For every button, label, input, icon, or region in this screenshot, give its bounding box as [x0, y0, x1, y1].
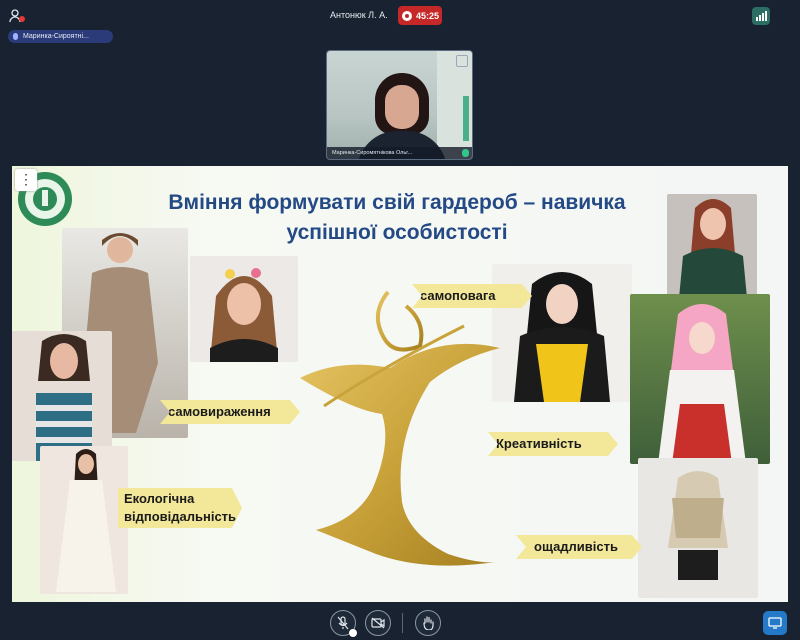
recording-badge[interactable]: 45:25	[398, 6, 442, 25]
photo-cosplay-pink	[630, 294, 770, 464]
participant-video-tile[interactable]: Маринка-Сиромятнікова Ольг...	[326, 50, 473, 160]
raise-hand-button[interactable]	[415, 610, 441, 636]
camera-icon	[371, 617, 385, 629]
active-speaker-chip[interactable]: Маринка-Сироятні...	[8, 30, 113, 43]
label-thrift: ощадливість	[516, 535, 642, 559]
screen-share-button[interactable]	[763, 611, 787, 635]
label-eco-responsibility: Екологічна відповідальність	[118, 488, 242, 528]
screen-share-icon	[768, 617, 782, 629]
photo-green-hoodie	[667, 194, 757, 298]
hand-icon	[423, 616, 434, 630]
label-creativity: Креативність	[488, 432, 618, 456]
more-vertical-icon[interactable]: ⋮	[15, 169, 37, 191]
presentation-slide: ⋮ Вміння формувати свій гардероб – навич…	[12, 166, 788, 602]
participants-icon[interactable]	[9, 8, 25, 24]
label-self-respect: самоповага	[412, 284, 532, 308]
signal-icon[interactable]	[752, 7, 770, 25]
microphone-icon	[462, 149, 469, 157]
microphone-icon	[337, 616, 349, 630]
gold-dress-logo	[300, 290, 500, 566]
microphone-button[interactable]	[330, 610, 357, 637]
active-speaker-name: Маринка-Сироятні...	[23, 33, 89, 40]
microphone-icon	[13, 33, 18, 40]
label-eco-line2: відповідальність	[124, 509, 237, 524]
top-bar: Антонюк Л. А. 45:25 Маринка-Сироятні...	[0, 0, 800, 43]
camera-button[interactable]	[365, 610, 391, 636]
label-eco-line1: Екологічна	[124, 491, 195, 506]
photo-textile-sculpture	[638, 458, 758, 598]
toolbar-separator	[402, 613, 403, 633]
video-background-object	[463, 96, 469, 141]
mute-indicator	[349, 629, 357, 637]
participant-name-bar: Маринка-Сиромятнікова Ольг...	[327, 147, 472, 159]
recording-timer: 45:25	[416, 10, 440, 21]
bottom-toolbar	[0, 602, 800, 640]
record-icon	[402, 10, 412, 21]
expand-icon[interactable]	[456, 55, 468, 67]
participant-face	[385, 85, 419, 129]
photo-striped-dress	[12, 331, 112, 461]
host-name: Антонюк Л. А.	[330, 10, 388, 20]
slide-title-line2: успішної особистості	[286, 221, 508, 244]
label-self-expression: самовираження	[160, 400, 300, 424]
slide-title: Вміння формувати свій гардероб – навичка…	[117, 188, 677, 248]
slide-title-line1: Вміння формувати свій гардероб – навичка	[168, 191, 626, 214]
photo-girl-flowers	[190, 256, 298, 362]
photo-white-dress	[40, 446, 128, 594]
